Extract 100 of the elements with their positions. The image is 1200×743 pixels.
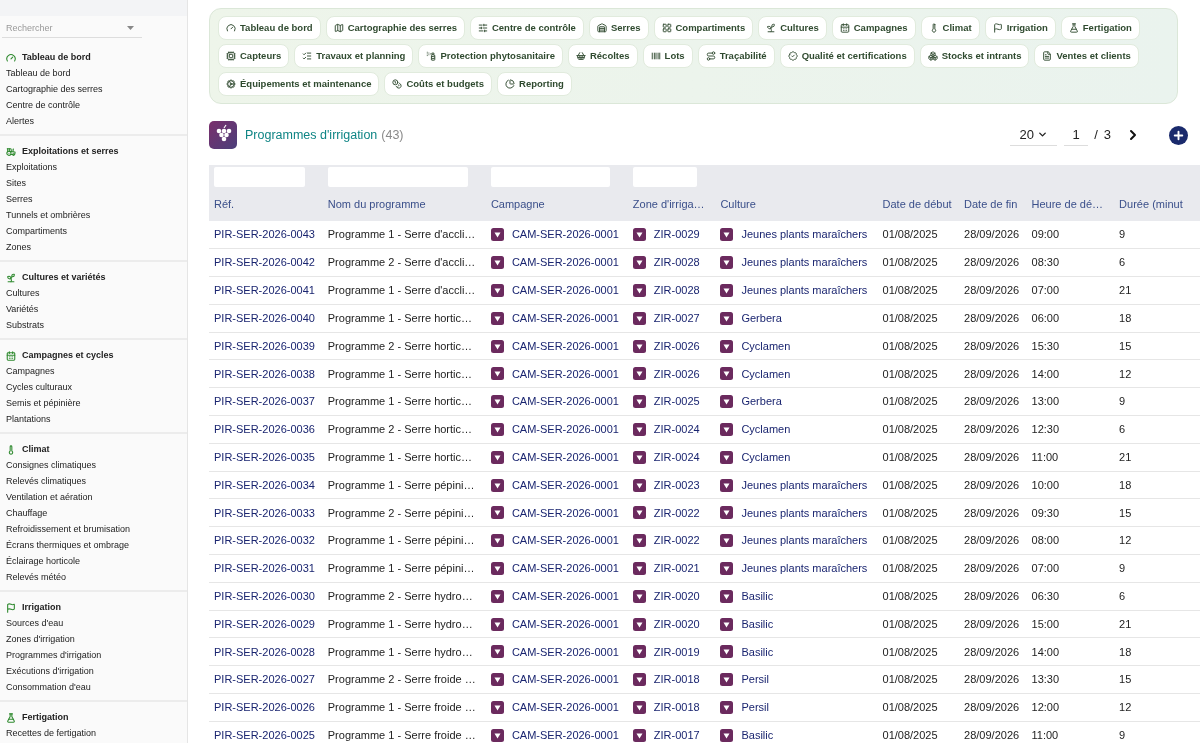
table-link[interactable]: ZIR-0018: [653, 671, 700, 688]
module-tab[interactable]: Climat: [920, 16, 980, 40]
table-link[interactable]: PIR-SER-2026-0030: [214, 588, 315, 605]
table-link[interactable]: CAM-SER-2026-0001: [511, 615, 619, 633]
table-link[interactable]: CAM-SER-2026-0001: [511, 671, 619, 688]
table-link[interactable]: CAM-SER-2026-0001: [511, 282, 619, 299]
module-tab[interactable]: Reporting: [497, 72, 572, 96]
table-link[interactable]: PIR-SER-2026-0031: [214, 560, 315, 577]
table-link[interactable]: ZIR-0022: [653, 504, 700, 522]
sidebar-item[interactable]: Programmes d'irrigation: [6, 649, 102, 663]
table-link[interactable]: ZIR-0027: [653, 310, 700, 327]
column-header[interactable]: Zone d'irriga…: [632, 197, 705, 210]
table-link[interactable]: Cyclamen: [741, 421, 791, 438]
module-tab[interactable]: Stocks et intrants: [919, 44, 1030, 68]
table-link[interactable]: Jeunes plants maraîchers: [741, 504, 868, 522]
sidebar-item[interactable]: Tableau de bord: [6, 67, 71, 81]
table-link[interactable]: PIR-SER-2026-0043: [214, 226, 315, 243]
table-link[interactable]: Jeunes plants maraîchers: [741, 532, 868, 549]
module-tab[interactable]: Fertigation: [1060, 16, 1140, 40]
sidebar-item[interactable]: Plantations: [6, 413, 51, 427]
table-link[interactable]: CAM-SER-2026-0001: [511, 476, 619, 494]
table-link[interactable]: Basilic: [741, 727, 774, 743]
sidebar-item[interactable]: Sources d'eau: [6, 617, 64, 631]
sidebar-item[interactable]: Cartographie des serres: [6, 83, 103, 97]
table-link[interactable]: ZIR-0022: [653, 532, 700, 549]
table-link[interactable]: Basilic: [741, 588, 774, 605]
table-link[interactable]: ZIR-0021: [653, 560, 700, 577]
table-link[interactable]: Jeunes plants maraîchers: [741, 254, 868, 271]
column-header[interactable]: Campagne: [490, 197, 545, 210]
table-link[interactable]: PIR-SER-2026-0036: [214, 421, 315, 438]
module-tab[interactable]: Récoltes: [567, 44, 638, 68]
table-link[interactable]: ZIR-0024: [653, 449, 700, 466]
table-link[interactable]: CAM-SER-2026-0001: [511, 504, 619, 522]
module-tab[interactable]: Traçabilité: [697, 44, 775, 68]
table-link[interactable]: CAM-SER-2026-0001: [511, 310, 619, 327]
table-link[interactable]: Cyclamen: [741, 365, 791, 383]
table-link[interactable]: CAM-SER-2026-0001: [511, 588, 619, 605]
table-link[interactable]: CAM-SER-2026-0001: [511, 421, 619, 438]
table-link[interactable]: ZIR-0017: [653, 727, 700, 743]
table-link[interactable]: ZIR-0024: [653, 421, 700, 438]
table-link[interactable]: CAM-SER-2026-0001: [511, 449, 619, 466]
sidebar-item[interactable]: Refroidissement et brumisation: [6, 523, 131, 537]
module-tab[interactable]: Ventes et clients: [1034, 44, 1139, 68]
sidebar-item[interactable]: Relevés météo: [6, 571, 67, 585]
table-link[interactable]: Jeunes plants maraîchers: [741, 226, 868, 243]
module-tab[interactable]: Travaux et planning: [294, 44, 414, 68]
column-header[interactable]: Durée (minut: [1119, 197, 1183, 210]
table-link[interactable]: ZIR-0028: [653, 254, 700, 271]
search-field[interactable]: Rechercher: [2, 18, 127, 37]
table-link[interactable]: Jeunes plants maraîchers: [741, 282, 868, 299]
column-header[interactable]: Date de fin: [964, 197, 1018, 210]
sidebar-item[interactable]: Serres: [6, 193, 33, 207]
column-header[interactable]: Réf.: [214, 197, 235, 210]
add-button[interactable]: [1169, 125, 1188, 145]
sidebar-item[interactable]: Semis et pépinière: [6, 397, 81, 411]
page-size-select[interactable]: 20: [1010, 124, 1058, 146]
column-header[interactable]: Heure de dé…: [1031, 197, 1104, 210]
table-link[interactable]: Jeunes plants maraîchers: [741, 560, 868, 577]
sidebar-item[interactable]: Tunnels et ombrières: [6, 209, 91, 223]
module-tab[interactable]: Irrigation: [984, 16, 1056, 40]
sidebar-item[interactable]: Cultures: [6, 287, 40, 301]
column-header[interactable]: Nom du programme: [327, 197, 426, 210]
table-link[interactable]: PIR-SER-2026-0040: [214, 310, 315, 327]
sidebar-item[interactable]: Campagnes: [6, 365, 55, 379]
sidebar-item[interactable]: Consommation d'eau: [6, 681, 91, 695]
table-link[interactable]: Persil: [741, 671, 769, 688]
sidebar-item[interactable]: Relevés climatiques: [6, 475, 87, 489]
table-link[interactable]: PIR-SER-2026-0027: [214, 671, 315, 688]
table-link[interactable]: ZIR-0029: [653, 226, 700, 243]
table-link[interactable]: CAM-SER-2026-0001: [511, 254, 619, 271]
sidebar-item[interactable]: Éclairage horticole: [6, 555, 81, 569]
table-link[interactable]: ZIR-0020: [653, 588, 700, 605]
sidebar-item[interactable]: Recettes de fertigation: [6, 727, 97, 741]
table-link[interactable]: PIR-SER-2026-0026: [214, 699, 315, 716]
table-link[interactable]: PIR-SER-2026-0028: [214, 643, 315, 661]
table-link[interactable]: CAM-SER-2026-0001: [511, 337, 619, 355]
module-tab[interactable]: Centre de contrôle: [469, 16, 584, 40]
sidebar-item[interactable]: Compartiments: [6, 225, 68, 239]
table-link[interactable]: PIR-SER-2026-0035: [214, 449, 315, 466]
table-link[interactable]: Gerbera: [741, 310, 782, 327]
module-tab[interactable]: Qualité et certifications: [779, 44, 915, 68]
table-link[interactable]: Jeunes plants maraîchers: [741, 476, 868, 494]
column-header[interactable]: Date de début: [882, 197, 952, 210]
sidebar-item[interactable]: Alertes: [6, 115, 34, 129]
table-link[interactable]: CAM-SER-2026-0001: [511, 727, 619, 743]
sidebar-item[interactable]: Cycles culturaux: [6, 381, 73, 395]
table-link[interactable]: ZIR-0018: [653, 699, 700, 716]
table-link[interactable]: PIR-SER-2026-0025: [214, 727, 315, 743]
sidebar-item[interactable]: Centre de contrôle: [6, 99, 81, 113]
table-link[interactable]: ZIR-0020: [653, 615, 700, 633]
module-tab[interactable]: Tableau de bord: [218, 16, 321, 40]
module-tab[interactable]: Capteurs: [218, 44, 290, 68]
table-link[interactable]: Basilic: [741, 643, 774, 661]
table-link[interactable]: PIR-SER-2026-0039: [214, 337, 315, 355]
table-link[interactable]: PIR-SER-2026-0038: [214, 365, 315, 383]
module-tab[interactable]: Cartographie des serres: [325, 16, 465, 40]
sidebar-item[interactable]: Écrans thermiques et ombrage: [6, 539, 130, 553]
module-tab[interactable]: Compartiments: [653, 16, 754, 40]
table-link[interactable]: ZIR-0019: [653, 643, 700, 661]
table-link[interactable]: Cyclamen: [741, 449, 791, 466]
